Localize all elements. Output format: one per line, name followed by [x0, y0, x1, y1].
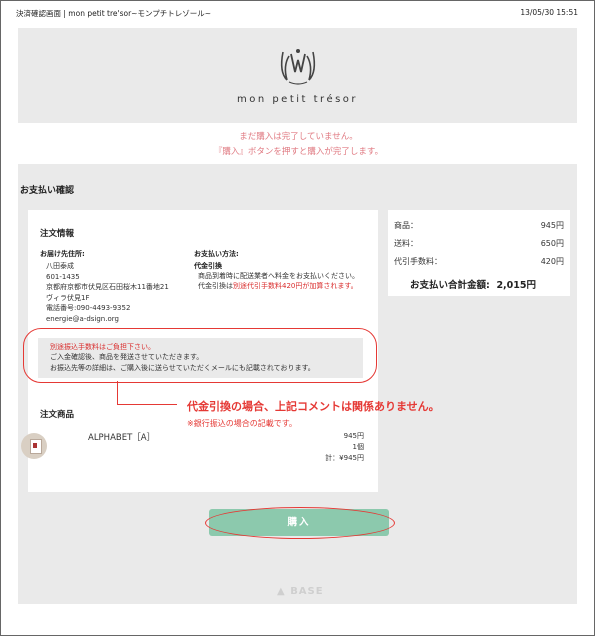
payment-note-2: 代金引換は別途代引手数料420円が加算されます。 [198, 282, 358, 290]
delivery-address: 八田泰成 601-1435 京都府京都市伏見区石田桜木11番地21 ヴィラ伏見1… [46, 261, 169, 324]
brand-name: mon petit trésor [236, 94, 359, 105]
notice-line-2: 『購入』ボタンを押すと購入が完了します。 [213, 147, 384, 157]
address-line: 八田泰成 [46, 262, 74, 270]
delivery-label: お届け先住所: [40, 250, 85, 258]
base-footer-logo: ▲ BASE [277, 586, 324, 597]
notice-line-1: まだ購入は完了していません。 [239, 132, 358, 142]
payment-note-1: 商品到着時に配送業者へ料金をお支払いください。 [198, 272, 359, 280]
annotation-connector [117, 381, 119, 405]
summary-label: 商品： [394, 221, 418, 230]
page-frame: 決済確認画面 | mon petit tre'sor~モンプチトレゾール~ 13… [0, 0, 595, 636]
order-items-heading: 注文商品 [40, 410, 75, 420]
annotation-oval-notice [23, 328, 377, 383]
title-bar: 決済確認画面 | mon petit tre'sor~モンプチトレゾール~ 13… [1, 1, 594, 25]
payment-summary-card: 商品： 945円 送料： 650円 代引手数料： 420円 お支払い合計金額: … [388, 210, 570, 296]
item-price: 945円 [343, 432, 364, 440]
item-total: 計：¥945円 [325, 454, 364, 462]
address-line: 京都府京都市伏見区石田桜木11番地21 [46, 283, 169, 291]
datetime: 13/05/30 15:51 [520, 8, 578, 17]
summary-value: 945円 [540, 221, 564, 230]
address-line: 電話番号:090-4493-9352 [46, 304, 131, 312]
section-title: お支払い確認 [20, 186, 75, 196]
annotation-main: 代金引換の場合、上記コメントは関係ありません。 [187, 400, 440, 413]
item-name: ALPHABET［A］ [88, 433, 156, 443]
total-value: 2,015円 [496, 280, 536, 291]
annotation-connector [117, 404, 177, 406]
payment-method: 代金引換 [194, 262, 222, 270]
order-info-heading: 注文情報 [40, 229, 75, 239]
summary-label: 送料： [394, 239, 418, 248]
total-amount: お支払い合計金額: 2,015円 [410, 277, 536, 291]
summary-value: 650円 [540, 239, 564, 248]
window-title: 決済確認画面 | mon petit tre'sor~モンプチトレゾール~ [16, 9, 212, 18]
crown-monogram-logo [280, 49, 316, 85]
address-line: energie@a-dsign.org [46, 314, 119, 323]
address-line: ヴィラ伏見1F [46, 293, 90, 302]
total-label: お支払い合計金額: [410, 280, 490, 291]
annotation-oval-button [205, 507, 395, 539]
annotation-sub: ※銀行振込の場合の記載です。 [187, 419, 297, 428]
summary-value: 420円 [540, 257, 564, 266]
item-qty: 1個 [352, 443, 364, 451]
payment-label: お支払い方法: [194, 250, 239, 258]
base-logo-icon: ▲ [277, 586, 286, 597]
product-thumbnail [21, 433, 47, 459]
summary-label: 代引手数料： [394, 257, 442, 266]
address-line: 601-1435 [46, 272, 80, 281]
shop-header: mon petit trésor [18, 28, 577, 123]
